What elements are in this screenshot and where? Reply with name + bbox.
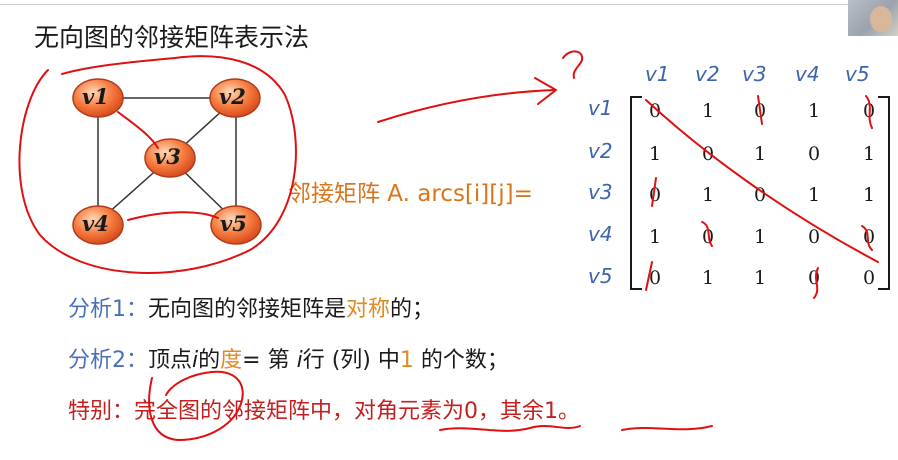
cell-5-2: 1 <box>701 267 715 289</box>
cell-1-3: 0 <box>753 100 767 122</box>
matrix-left-bracket <box>630 96 642 290</box>
cell-5-4: 0 <box>807 267 821 289</box>
analysis-1-end: 的； <box>390 297 435 322</box>
cell-4-4: 0 <box>807 226 821 248</box>
cell-2-5: 1 <box>862 143 876 165</box>
analysis-1-label: 分析1： <box>68 297 148 322</box>
row-header-v3: v3 <box>588 180 613 204</box>
cell-3-4: 1 <box>807 184 821 206</box>
matrix-label: 邻接矩阵 A. arcs[i][j]= <box>288 181 533 207</box>
special-text: 完全图的邻接矩阵中，对角元素为0，其余1。 <box>134 399 581 424</box>
row-header-v2: v2 <box>588 139 613 163</box>
special-label: 特别： <box>68 399 135 424</box>
analysis-2-text-5: 的个数； <box>413 348 509 373</box>
row-header-v5: v5 <box>588 264 613 288</box>
analysis-2-one: 1 <box>399 348 414 373</box>
vertex-label-v3: v3 <box>154 144 181 169</box>
cell-3-2: 1 <box>701 184 715 206</box>
cell-3-1: 0 <box>648 184 662 206</box>
row-header-v4: v4 <box>588 222 613 246</box>
analysis-2-text-1: 顶点 <box>148 348 193 373</box>
cell-3-3: 0 <box>753 184 767 206</box>
cell-1-1: 0 <box>648 100 662 122</box>
cell-2-4: 0 <box>807 143 821 165</box>
cell-3-5: 1 <box>862 184 876 206</box>
cell-1-4: 1 <box>807 100 821 122</box>
column-header-v4: v4 <box>795 62 820 86</box>
column-header-v1: v1 <box>645 62 670 86</box>
cell-4-3: 1 <box>753 226 767 248</box>
analysis-2-line: 分析2：顶点i的度= 第 i行 (列) 中1 的个数； <box>68 342 509 374</box>
cell-4-2: 0 <box>701 226 715 248</box>
cell-4-1: 1 <box>648 226 662 248</box>
cell-1-2: 1 <box>701 100 715 122</box>
analysis-2-text-2: 的 <box>198 348 221 373</box>
cell-2-1: 1 <box>648 143 662 165</box>
cell-1-5: 0 <box>862 100 876 122</box>
column-header-v5: v5 <box>845 62 870 86</box>
analysis-2-text-4: 行 (列) 中 <box>302 348 400 373</box>
analysis-1-line: 分析1：无向图的邻接矩阵是对称的； <box>68 291 434 323</box>
column-header-v3: v3 <box>742 62 767 86</box>
analysis-2-label: 分析2： <box>68 348 148 373</box>
vertex-label-v2: v2 <box>219 84 246 109</box>
vertex-label-v1: v1 <box>82 84 109 109</box>
column-header-v2: v2 <box>695 62 720 86</box>
cell-5-3: 1 <box>753 267 767 289</box>
special-line: 特别：完全图的邻接矩阵中，对角元素为0，其余1。 <box>68 393 580 425</box>
cell-4-5: 0 <box>862 226 876 248</box>
cell-5-1: 0 <box>648 267 662 289</box>
row-header-v1: v1 <box>588 96 613 120</box>
analysis-1-highlight: 对称 <box>346 297 391 322</box>
analysis-2-degree: 度 <box>220 348 243 373</box>
analysis-2-text-3: = 第 <box>242 348 297 373</box>
cell-5-5: 0 <box>862 267 876 289</box>
analysis-1-text: 无向图的邻接矩阵是 <box>148 297 347 322</box>
cell-2-2: 0 <box>701 143 715 165</box>
cell-2-3: 1 <box>753 143 767 165</box>
vertex-label-v4: v4 <box>82 211 109 236</box>
vertex-label-v5: v5 <box>220 211 247 236</box>
